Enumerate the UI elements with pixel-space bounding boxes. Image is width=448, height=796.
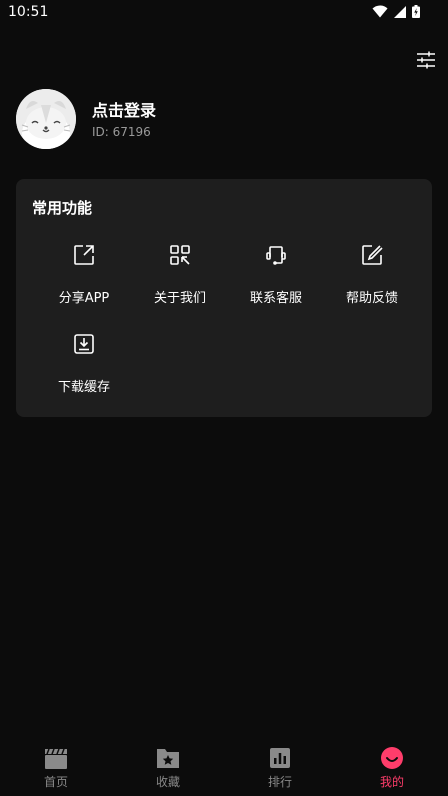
settings-icon[interactable] bbox=[416, 50, 436, 70]
tab-mine[interactable]: 我的 bbox=[336, 740, 448, 796]
help-feedback-button[interactable]: 帮助反馈 bbox=[320, 239, 424, 311]
share-icon bbox=[74, 245, 94, 265]
download-icon bbox=[74, 334, 94, 354]
bottom-tab-bar: 首页 收藏 排行 我的 bbox=[0, 740, 448, 796]
wifi-icon bbox=[372, 5, 388, 18]
help-feedback-label: 帮助反馈 bbox=[345, 291, 398, 306]
user-id-label: ID: 67196 bbox=[92, 125, 151, 139]
bar-chart-icon bbox=[270, 748, 290, 768]
edit-feedback-icon bbox=[362, 245, 383, 265]
status-bar: 10:51 bbox=[0, 0, 448, 24]
customer-service-label: 联系客服 bbox=[249, 291, 302, 306]
qr-code-icon bbox=[170, 245, 190, 265]
status-time: 10:51 bbox=[8, 4, 49, 20]
tab-favorites-label: 收藏 bbox=[155, 775, 180, 789]
avatar[interactable] bbox=[16, 89, 76, 149]
tab-ranking[interactable]: 排行 bbox=[224, 740, 336, 796]
tab-home-label: 首页 bbox=[43, 775, 68, 789]
download-cache-label: 下载缓存 bbox=[57, 380, 110, 395]
share-app-button[interactable]: 分享APP bbox=[32, 239, 136, 311]
share-app-label: 分享APP bbox=[58, 291, 110, 306]
customer-service-icon bbox=[266, 246, 286, 265]
download-cache-button[interactable]: 下载缓存 bbox=[32, 328, 136, 400]
about-us-label: 关于我们 bbox=[153, 291, 206, 306]
user-id: ID: 67196 bbox=[92, 125, 151, 139]
tab-ranking-label: 排行 bbox=[267, 775, 292, 789]
card-title: 常用功能 bbox=[32, 199, 93, 217]
tab-favorites[interactable]: 收藏 bbox=[112, 740, 224, 796]
smile-face-icon bbox=[381, 747, 403, 769]
about-us-button[interactable]: 关于我们 bbox=[128, 239, 232, 311]
login-prompt[interactable]: 点击登录 bbox=[92, 97, 156, 121]
folder-star-icon bbox=[157, 749, 179, 768]
status-icons bbox=[372, 5, 420, 18]
tab-home[interactable]: 首页 bbox=[0, 740, 112, 796]
tab-mine-label: 我的 bbox=[379, 775, 404, 789]
cellular-signal-icon bbox=[394, 5, 406, 18]
customer-service-button[interactable]: 联系客服 bbox=[224, 239, 328, 311]
common-functions-card: 常用功能 分享APP 关于我们 联系客服 帮助反馈 下载缓存 bbox=[16, 179, 432, 417]
profile-section[interactable]: 点击登录 ID: 67196 bbox=[16, 89, 432, 151]
clapperboard-icon bbox=[45, 748, 67, 769]
battery-icon bbox=[412, 5, 420, 18]
